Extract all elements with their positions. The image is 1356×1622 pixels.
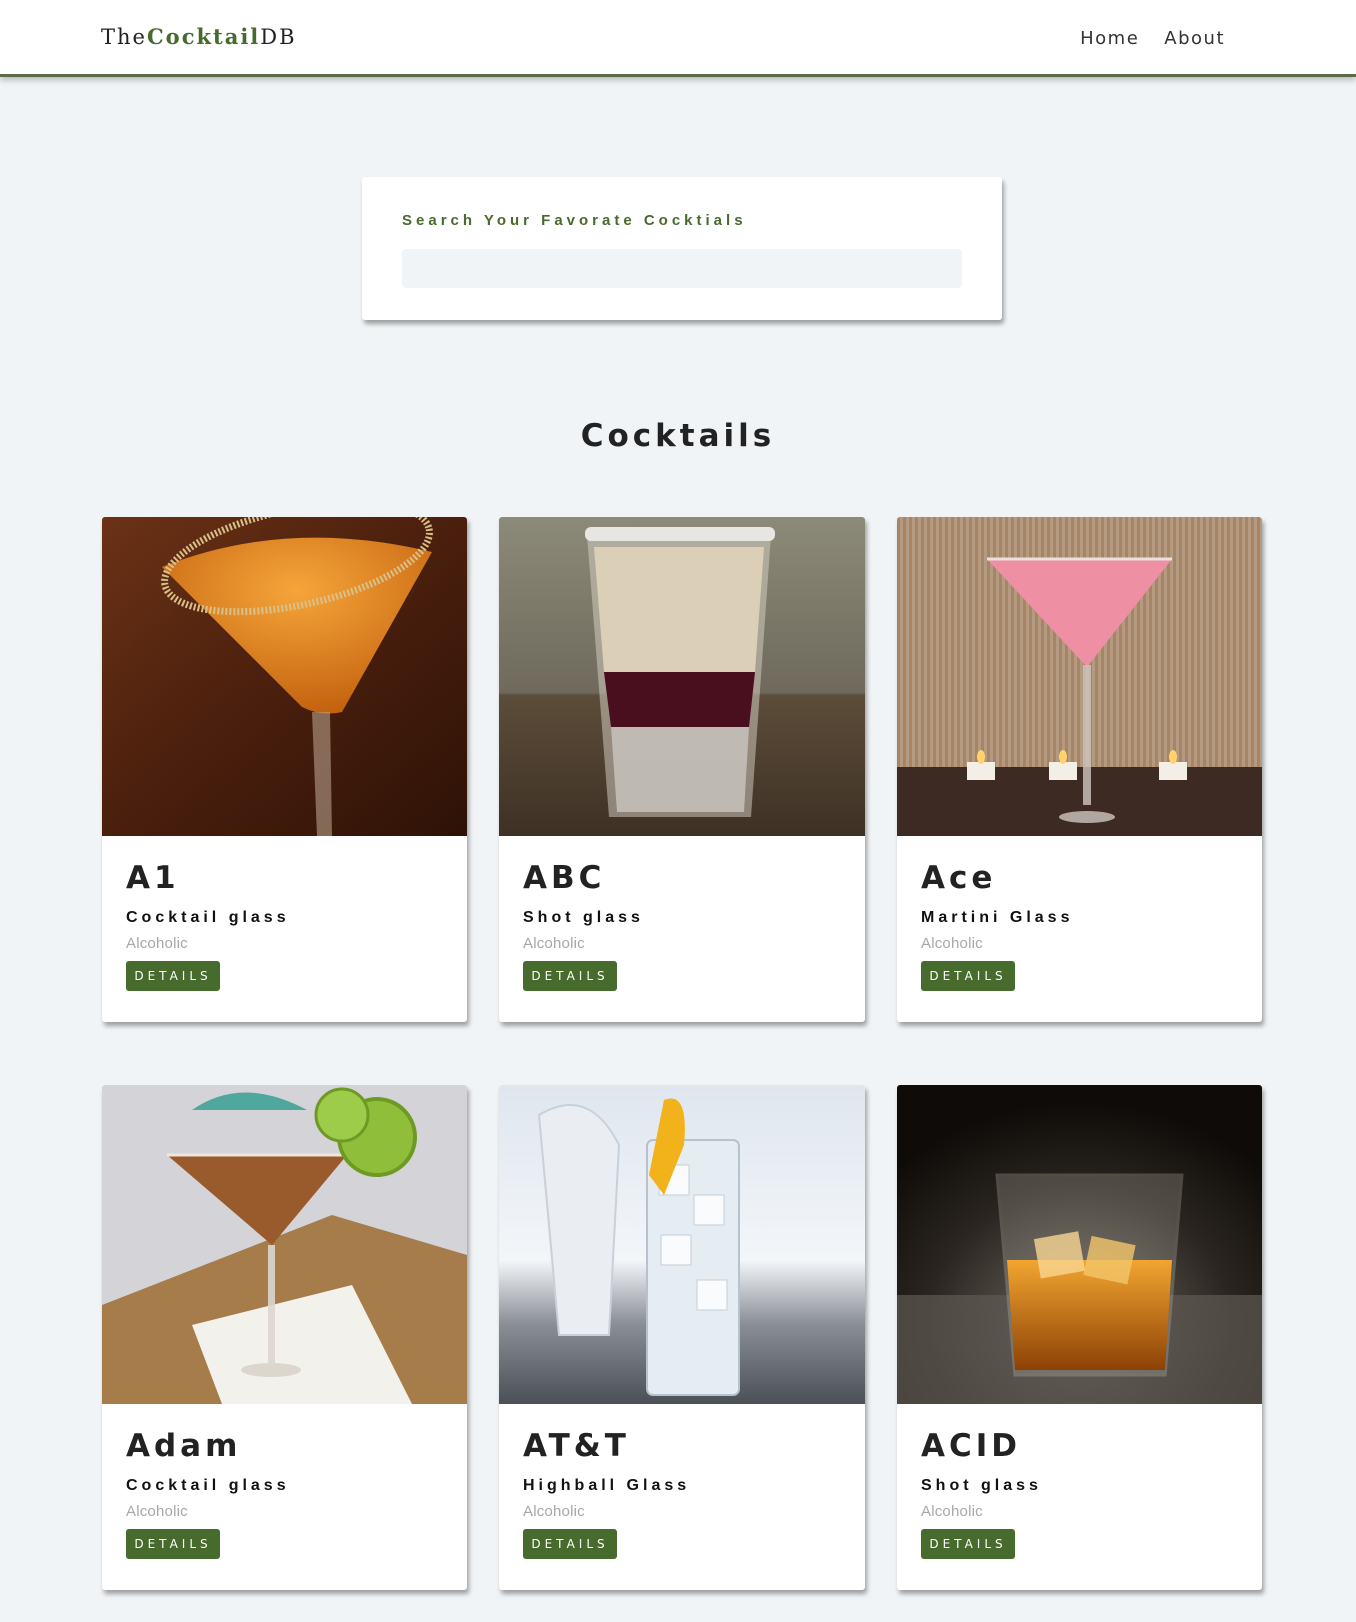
cocktail-image — [897, 1085, 1262, 1404]
search-form: Search Your Favorate Cocktials — [362, 177, 1002, 320]
cocktail-alcoholic: Alcoholic — [921, 1503, 983, 1520]
cocktail-name: A1 — [126, 860, 180, 896]
cocktail-glass: Highball Glass — [523, 1477, 691, 1494]
cocktail-image — [102, 1085, 467, 1404]
section-title: Cocktails — [580, 418, 776, 454]
cocktail-card: Ace Martini Glass Alcoholic DETAILS — [897, 517, 1262, 1022]
cocktail-glass: Shot glass — [921, 1477, 1042, 1494]
cocktail-card: AT&T Highball Glass Alcoholic DETAILS — [499, 1085, 865, 1590]
cocktail-alcoholic: Alcoholic — [523, 935, 585, 952]
cocktail-alcoholic: Alcoholic — [921, 935, 983, 952]
cocktail-alcoholic: Alcoholic — [126, 935, 188, 952]
details-button[interactable]: DETAILS — [921, 961, 1015, 991]
site-logo[interactable]: TheCocktailDB — [101, 24, 297, 49]
details-button[interactable]: DETAILS — [523, 1529, 617, 1559]
cocktail-grid: A1 Cocktail glass Alcoholic DETAILS ABC … — [102, 517, 1263, 1590]
details-button[interactable]: DETAILS — [523, 961, 617, 991]
cocktail-name: ACID — [921, 1428, 1022, 1464]
cocktail-name: ABC — [523, 860, 606, 896]
cocktail-name: Adam — [126, 1428, 242, 1464]
navbar: TheCocktailDB Home About — [0, 0, 1356, 77]
details-button[interactable]: DETAILS — [126, 1529, 220, 1559]
cocktail-name: AT&T — [523, 1428, 630, 1464]
nav-link-about[interactable]: About — [1164, 28, 1225, 49]
cocktail-name: Ace — [921, 860, 997, 896]
search-input[interactable] — [402, 249, 962, 288]
cocktail-image — [499, 1085, 865, 1404]
search-label: Search Your Favorate Cocktials — [402, 212, 747, 229]
logo-suffix: DB — [260, 25, 297, 49]
logo-highlight: Cocktail — [146, 24, 261, 49]
cocktail-image — [102, 517, 467, 836]
nav-link-home[interactable]: Home — [1080, 28, 1139, 49]
cocktail-card: A1 Cocktail glass Alcoholic DETAILS — [102, 517, 467, 1022]
cocktail-glass: Cocktail glass — [126, 1477, 290, 1494]
cocktail-alcoholic: Alcoholic — [126, 1503, 188, 1520]
cocktail-glass: Martini Glass — [921, 909, 1074, 926]
nav-links: Home About — [1080, 28, 1225, 49]
cocktail-glass: Cocktail glass — [126, 909, 290, 926]
cocktail-alcoholic: Alcoholic — [523, 1503, 585, 1520]
cocktail-card: ACID Shot glass Alcoholic DETAILS — [897, 1085, 1262, 1590]
cocktail-glass: Shot glass — [523, 909, 644, 926]
logo-prefix: The — [101, 25, 147, 49]
cocktail-image — [499, 517, 865, 836]
details-button[interactable]: DETAILS — [126, 961, 220, 991]
cocktail-image — [897, 517, 1262, 836]
cocktail-card: Adam Cocktail glass Alcoholic DETAILS — [102, 1085, 467, 1590]
cocktail-card: ABC Shot glass Alcoholic DETAILS — [499, 517, 865, 1022]
details-button[interactable]: DETAILS — [921, 1529, 1015, 1559]
